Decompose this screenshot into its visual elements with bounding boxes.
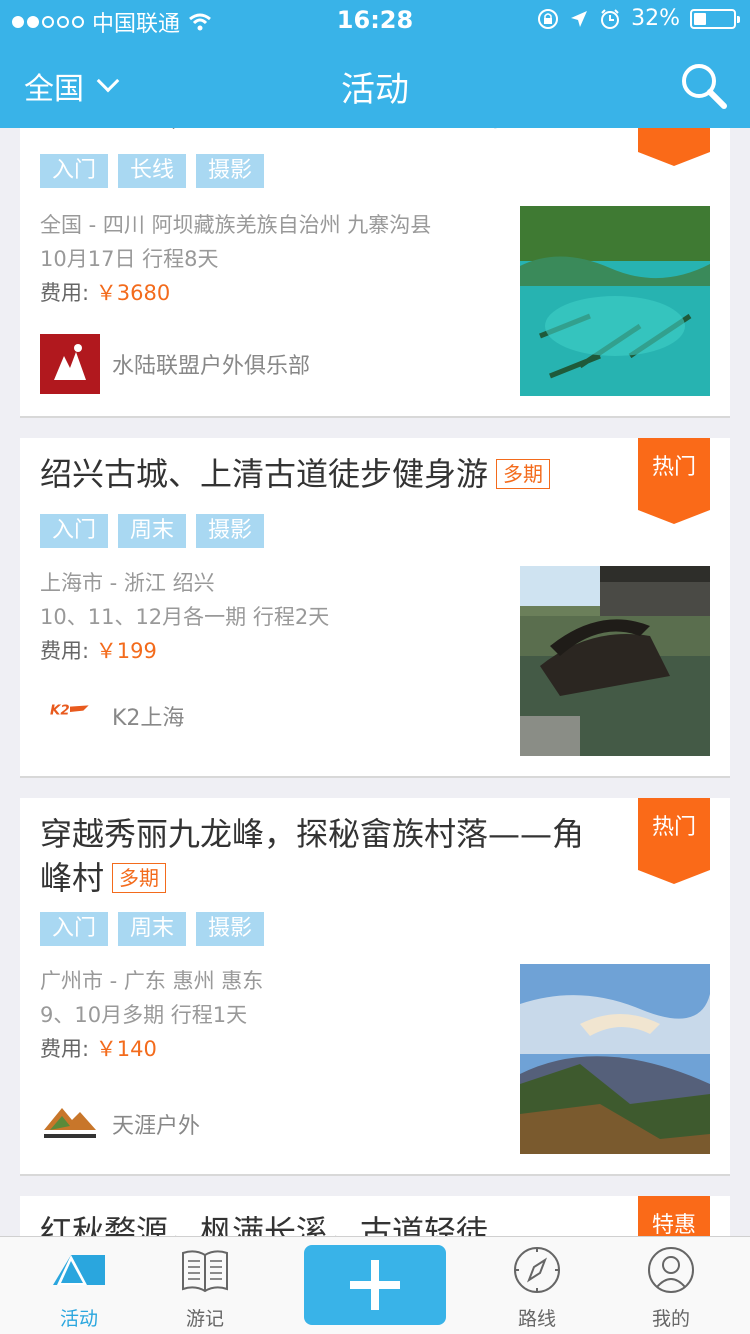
multi-badge: 多期 bbox=[112, 863, 167, 893]
price-label: 费用: bbox=[40, 1037, 90, 1061]
activity-schedule: 10月17日 行程8天 bbox=[40, 247, 219, 271]
organizer[interactable]: 水陆联盟户外俱乐部 bbox=[40, 334, 310, 394]
location-icon bbox=[571, 10, 588, 27]
page-title: 活动 bbox=[341, 70, 409, 110]
tag: 周末 bbox=[118, 514, 187, 548]
tab-activities[interactable]: 活动 bbox=[24, 1245, 134, 1331]
organizer-logo-icon bbox=[44, 1108, 96, 1138]
status-bar: 中国联通 16:28 32% bbox=[0, 0, 750, 40]
activity-title-text: 绍兴古城、上清古道徒步健身游 bbox=[40, 455, 489, 493]
tag: 入门 bbox=[40, 154, 109, 188]
top-bar: 中国联通 16:28 32% 全国 活动 bbox=[0, 0, 750, 128]
tag: 摄影 bbox=[196, 154, 265, 188]
profile-icon bbox=[648, 1247, 694, 1293]
book-icon bbox=[182, 1250, 228, 1293]
organizer-logo-icon: K2 bbox=[50, 704, 89, 719]
tab-travelogue[interactable]: 游记 bbox=[150, 1245, 260, 1331]
alarm-icon bbox=[601, 8, 620, 29]
price-row: 费用: ￥140 bbox=[40, 1032, 510, 1066]
organizer-name: 水陆联盟户外俱乐部 bbox=[112, 354, 311, 379]
nav-bar: 全国 活动 bbox=[0, 40, 750, 128]
activity-location: 上海市 - 浙江 绍兴 bbox=[40, 571, 215, 595]
activity-price: ￥199 bbox=[95, 639, 157, 663]
tag: 摄影 bbox=[196, 514, 265, 548]
tab-label: 游记 bbox=[185, 1308, 224, 1330]
battery-icon bbox=[690, 8, 740, 29]
search-icon[interactable] bbox=[680, 62, 728, 110]
tab-label: 活动 bbox=[59, 1308, 98, 1330]
organizer[interactable]: K2 K2上海 bbox=[40, 696, 184, 736]
activity-schedule: 10、11、12月各一期 行程2天 bbox=[40, 605, 330, 629]
tab-mine[interactable]: 我的 bbox=[616, 1245, 726, 1331]
activity-schedule: 9、10月多期 行程1天 bbox=[40, 1003, 248, 1027]
activity-meta: 上海市 - 浙江 绍兴 10、11、12月各一期 行程2天 费用: ￥199 bbox=[40, 566, 510, 668]
price-label: 费用: bbox=[40, 639, 90, 663]
tab-routes[interactable]: 路线 bbox=[482, 1245, 592, 1331]
rotation-lock-icon bbox=[538, 8, 559, 29]
hot-flag: 热门 bbox=[638, 438, 710, 524]
price-row: 费用: ￥3680 bbox=[40, 276, 510, 310]
price-row: 费用: ￥199 bbox=[40, 634, 510, 668]
tent-icon bbox=[53, 1255, 105, 1285]
price-label: 费用: bbox=[40, 281, 90, 305]
svg-text:K2: K2 bbox=[50, 704, 70, 719]
organizer-name: K2上海 bbox=[112, 706, 185, 731]
activity-tags: 入门 长线 摄影 bbox=[40, 154, 265, 188]
organizer-logo-icon bbox=[40, 334, 100, 394]
multi-badge: 多期 bbox=[496, 459, 551, 489]
battery-percent: 32% bbox=[631, 6, 680, 31]
activity-tags: 入门 周末 摄影 bbox=[40, 912, 265, 946]
organizer[interactable]: 天涯户外 bbox=[40, 1094, 200, 1154]
activity-meta: 全国 - 四川 阿坝藏族羌族自治州 九寨沟县 10月17日 行程8天 费用: ￥… bbox=[40, 208, 510, 310]
activity-price: ￥140 bbox=[95, 1037, 157, 1061]
tag: 长线 bbox=[118, 154, 187, 188]
activity-photo[interactable] bbox=[520, 566, 710, 756]
activity-title: 穿越秀丽九龙峰，探秘畲族村落——角峰村 多期 bbox=[40, 812, 600, 900]
compass-icon bbox=[514, 1247, 560, 1293]
activity-photo[interactable] bbox=[520, 964, 710, 1154]
activity-tags: 入门 周末 摄影 bbox=[40, 514, 265, 548]
activity-title: 绍兴古城、上清古道徒步健身游 多期 bbox=[40, 452, 600, 496]
tab-label: 我的 bbox=[651, 1308, 690, 1330]
tab-label: 路线 bbox=[517, 1308, 556, 1330]
activity-price: ￥3680 bbox=[95, 281, 171, 305]
add-button[interactable] bbox=[304, 1245, 446, 1325]
status-indicators: 32% bbox=[537, 6, 740, 31]
tag: 入门 bbox=[40, 912, 109, 946]
tag: 周末 bbox=[118, 912, 187, 946]
tab-bar: 活动 游记 路线 我的 bbox=[0, 1236, 750, 1334]
activity-meta: 广州市 - 广东 惠州 惠东 9、10月多期 行程1天 费用: ￥140 bbox=[40, 964, 510, 1066]
activity-location: 全国 - 四川 阿坝藏族羌族自治州 九寨沟县 bbox=[40, 213, 432, 237]
tag: 摄影 bbox=[196, 912, 265, 946]
activity-photo[interactable] bbox=[520, 206, 710, 396]
activity-card[interactable]: 绍兴古城、上清古道徒步健身游 多期 热门 入门 周末 摄影 上海市 - 浙江 绍兴… bbox=[20, 438, 730, 778]
tag: 入门 bbox=[40, 514, 109, 548]
hot-flag: 热门 bbox=[638, 798, 710, 884]
activity-location: 广州市 - 广东 惠州 惠东 bbox=[40, 969, 264, 993]
organizer-name: 天涯户外 bbox=[112, 1114, 201, 1139]
activity-card[interactable]: 穿越秀丽九龙峰，探秘畲族村落——角峰村 多期 热门 入门 周末 摄影 广州市 - … bbox=[20, 798, 730, 1176]
